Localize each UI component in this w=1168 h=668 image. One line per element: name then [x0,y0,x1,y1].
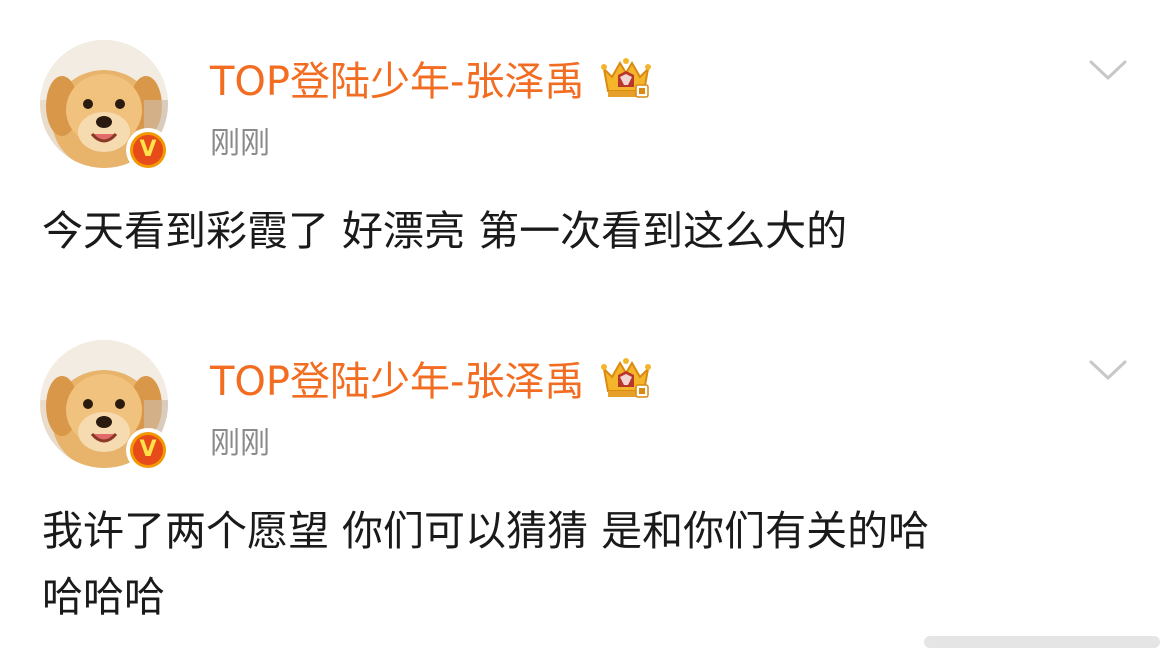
verified-v-icon: V [133,435,163,465]
chevron-down-icon[interactable] [1088,356,1128,384]
weibo-post: V TOP登陆少年-张泽禹 刚刚 [0,0,1168,300]
weibo-feed: V TOP登陆少年-张泽禹 刚刚 今天看到彩霞了 好漂亮 第一次看到这么大的 V… [0,0,1168,668]
weibo-post: V TOP登陆少年-张泽禹 刚刚 [0,300,1168,668]
username-link[interactable]: TOP登陆少年-张泽禹 [210,49,584,107]
post-timestamp: 刚刚 [210,426,270,461]
verified-badge: V [126,428,170,472]
verified-v-icon: V [133,135,163,165]
crown-vip-icon[interactable] [598,355,654,401]
username-row: TOP登陆少年-张泽禹 [210,49,654,107]
post-timestamp: 刚刚 [210,126,270,161]
crown-vip-icon[interactable] [598,55,654,101]
post-content: 今天看到彩霞了 好漂亮 第一次看到这么大的 [42,207,848,255]
chevron-down-icon[interactable] [1088,56,1128,84]
username-row: TOP登陆少年-张泽禹 [210,349,654,407]
verified-badge: V [126,128,170,172]
username-link[interactable]: TOP登陆少年-张泽禹 [210,349,584,407]
watermark-graphic [924,636,1160,648]
post-content: 我许了两个愿望 你们可以猜猜 是和你们有关的哈 哈哈哈 [42,507,930,621]
